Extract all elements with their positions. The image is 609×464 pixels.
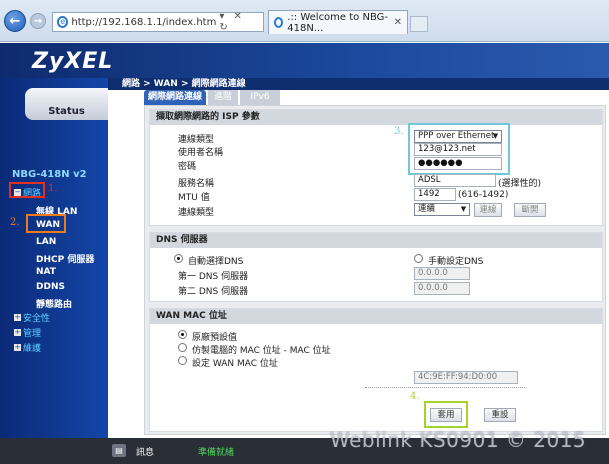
- watermark: Weblink KS0901 © 2015: [330, 428, 587, 452]
- router-page: ZyXEL Status NBG-418N v2 − 網路 1. 無線 LAN …: [0, 43, 609, 464]
- sidebar-item-ddns[interactable]: DDNS: [36, 282, 65, 292]
- highlight-box-network: [9, 182, 45, 198]
- annotation-1: 1.: [48, 183, 58, 194]
- isp-section: 擷取網際網路的 ISP 參數 連線類型 PPP over Ethernet ▼ …: [149, 109, 603, 226]
- breadcrumb: 網路 > WAN > 網際網路連線: [108, 78, 609, 90]
- ie-icon: e: [57, 16, 69, 28]
- tab-title: .:: Welcome to NBG-418N...: [287, 11, 388, 34]
- tab-ipv6[interactable]: IPv6: [240, 90, 280, 105]
- dns-section-title: DNS 伺服器: [150, 233, 602, 248]
- mac-address-input[interactable]: 4C:9E:FF:94:D0:00: [414, 371, 518, 384]
- model-name: NBG-418N v2: [12, 169, 87, 180]
- annotation-3: 3.: [394, 126, 404, 137]
- divider: [365, 387, 525, 388]
- highlight-box-wan: [26, 214, 66, 233]
- conn-type-label: 連線類型: [178, 135, 215, 145]
- dns-section: DNS 伺服器 自動選擇DNS 手動設定DNS 第一 DNS 伺服器 0.0.0…: [149, 232, 603, 302]
- mtu-hint: (616-1492): [458, 190, 509, 200]
- expand-icon: +: [14, 313, 21, 321]
- form-area: 擷取網際網路的 ISP 參數 連線類型 PPP over Ethernet ▼ …: [144, 105, 606, 435]
- dns-auto-label: 自動選擇DNS: [188, 257, 244, 267]
- dns-manual-label: 手動設定DNS: [428, 257, 484, 267]
- sidebar-item-static-route[interactable]: 靜態路由: [36, 297, 72, 310]
- page-header: ZyXEL: [0, 43, 609, 78]
- expand-icon: +: [14, 328, 21, 336]
- annotation-2: 2.: [10, 217, 20, 228]
- service-name-label: 服務名稱: [178, 179, 215, 189]
- sidebar-item-dhcp[interactable]: DHCP 伺服器: [36, 252, 94, 265]
- main-content: 網路 > WAN > 網際網路連線 網際網路連線 進階 IPv6 擷取網際網路的…: [108, 78, 609, 438]
- mtu-input[interactable]: 1492: [414, 188, 456, 201]
- tab-ie-icon: [274, 17, 284, 28]
- dns2-label: 第二 DNS 伺服器: [178, 287, 249, 297]
- zyxel-logo: ZyXEL: [32, 49, 114, 74]
- connection-mode-label: 連線類型: [178, 208, 215, 218]
- mac-manual-radio[interactable]: [178, 356, 187, 365]
- browser-tab[interactable]: .:: Welcome to NBG-418N... ✕: [268, 10, 408, 34]
- username-label: 使用者名稱: [178, 148, 224, 158]
- dns-auto-radio[interactable]: [174, 254, 183, 263]
- service-name-input[interactable]: ADSL: [414, 174, 496, 187]
- sidebar-item-nat[interactable]: NAT: [36, 267, 56, 277]
- forward-button[interactable]: →: [30, 13, 46, 29]
- status-button[interactable]: Status: [25, 88, 108, 120]
- mac-section-title: WAN MAC 位址: [150, 309, 602, 324]
- status-bar-info-label: 訊息: [136, 448, 155, 458]
- address-bar[interactable]: e http://192.168.1.1/index.htm ▾ ✕ ↻: [52, 11, 264, 33]
- password-label: 密碼: [178, 162, 197, 172]
- new-tab-button[interactable]: [410, 16, 428, 32]
- mac-default-radio[interactable]: [178, 330, 187, 339]
- expand-icon: +: [14, 343, 21, 351]
- status-bar-ready-text: 準備就緒: [198, 448, 235, 458]
- back-button[interactable]: ←: [4, 10, 26, 32]
- connection-mode-select[interactable]: 連續 ▼: [414, 203, 470, 216]
- mac-manual-label: 設定 WAN MAC 位址: [192, 359, 278, 369]
- mtu-label: MTU 值: [178, 193, 210, 203]
- disconnect-button[interactable]: 斷開: [514, 203, 546, 217]
- dns2-input[interactable]: 0.0.0.0: [414, 282, 470, 295]
- isp-section-title: 擷取網際網路的 ISP 參數: [150, 110, 602, 125]
- address-tools[interactable]: ▾ ✕ ↻: [219, 11, 259, 33]
- sidebar-item-lan[interactable]: LAN: [36, 237, 56, 247]
- mac-clone-radio[interactable]: [178, 343, 187, 352]
- reset-button[interactable]: 重設: [484, 408, 516, 422]
- connect-button[interactable]: 連線: [474, 203, 502, 217]
- annotation-4: 4.: [410, 391, 420, 402]
- connection-mode-value: 連續: [418, 204, 436, 214]
- mac-section: WAN MAC 位址 原廠預設值 仿製電腦的 MAC 位址 - MAC 位址 設…: [149, 308, 603, 432]
- sidebar-item-maintenance[interactable]: + 維護: [14, 341, 41, 354]
- dropdown-arrow-icon: ▼: [460, 205, 467, 213]
- sidebar: Status NBG-418N v2 − 網路 1. 無線 LAN WAN 2.…: [0, 78, 108, 438]
- url-text: http://192.168.1.1/index.htm: [71, 16, 217, 28]
- sidebar-security-label: 安全性: [23, 314, 51, 324]
- sidebar-item-management[interactable]: + 管理: [14, 326, 41, 339]
- sidebar-item-security[interactable]: + 安全性: [14, 311, 50, 324]
- service-name-hint: (選擇性的): [498, 179, 542, 189]
- highlight-box-apply: [424, 401, 468, 428]
- sidebar-management-label: 管理: [23, 329, 42, 339]
- browser-toolbar: ← → e http://192.168.1.1/index.htm ▾ ✕ ↻…: [0, 0, 609, 42]
- tab-advanced[interactable]: 進階: [208, 90, 238, 105]
- highlight-box-isp: [408, 123, 510, 175]
- info-icon: ▤: [112, 444, 126, 457]
- dns1-input[interactable]: 0.0.0.0: [414, 267, 470, 280]
- sidebar-maintenance-label: 維護: [23, 344, 42, 354]
- dns-manual-radio[interactable]: [414, 254, 423, 263]
- tab-close-icon[interactable]: ✕: [394, 17, 402, 28]
- mac-default-label: 原廠預設值: [192, 333, 238, 343]
- tab-internet-connection[interactable]: 網際網路連線: [144, 90, 206, 105]
- dns1-label: 第一 DNS 伺服器: [178, 272, 249, 282]
- mac-clone-label: 仿製電腦的 MAC 位址 - MAC 位址: [192, 346, 331, 356]
